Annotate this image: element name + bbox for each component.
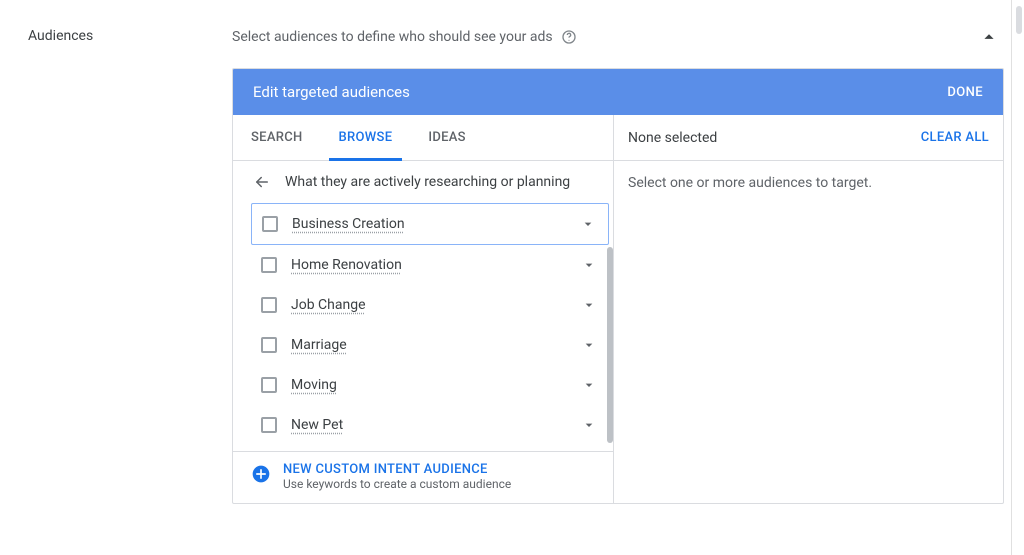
browse-pane: SEARCH BROWSE IDEAS What they are active…	[233, 115, 614, 503]
done-button[interactable]: DONE	[947, 85, 983, 100]
category-row: What they are actively researching or pl…	[233, 161, 613, 203]
audience-checkbox[interactable]	[261, 377, 277, 393]
list-item[interactable]: Home Renovation	[251, 245, 609, 285]
tabs: SEARCH BROWSE IDEAS	[233, 115, 613, 161]
audience-label: Home Renovation	[291, 257, 567, 273]
back-arrow-icon[interactable]	[253, 173, 271, 191]
tab-browse[interactable]: BROWSE	[321, 115, 411, 160]
custom-intent-footer[interactable]: NEW CUSTOM INTENT AUDIENCE Use keywords …	[233, 451, 613, 503]
panel-header: Edit targeted audiences DONE	[233, 69, 1003, 115]
selected-header: None selected CLEAR ALL	[614, 115, 1003, 161]
audience-label: Business Creation	[292, 216, 566, 232]
category-label: What they are actively researching or pl…	[285, 174, 570, 190]
selected-empty-text: Select one or more audiences to target.	[614, 161, 1003, 205]
tab-search[interactable]: SEARCH	[233, 115, 321, 160]
chevron-down-icon[interactable]	[581, 297, 597, 313]
chevron-down-icon[interactable]	[581, 417, 597, 433]
audience-list: Business Creation Home Renovation Job Chan…	[233, 203, 613, 451]
custom-intent-subtitle: Use keywords to create a custom audience	[283, 477, 511, 491]
audience-label: Moving	[291, 377, 567, 393]
chevron-down-icon[interactable]	[580, 216, 596, 232]
audience-checkbox[interactable]	[262, 216, 278, 232]
chevron-down-icon[interactable]	[581, 377, 597, 393]
list-item[interactable]: Moving	[251, 365, 609, 405]
collapse-section-icon[interactable]	[978, 26, 1000, 48]
audience-checkbox[interactable]	[261, 337, 277, 353]
audience-checkbox[interactable]	[261, 417, 277, 433]
list-item[interactable]: Job Change	[251, 285, 609, 325]
help-icon[interactable]	[561, 29, 577, 45]
panel-title: Edit targeted audiences	[253, 83, 410, 101]
clear-all-button[interactable]: CLEAR ALL	[921, 130, 989, 145]
audiences-panel: Edit targeted audiences DONE SEARCH BROW…	[232, 68, 1004, 504]
chevron-down-icon[interactable]	[581, 337, 597, 353]
page-scrollbar[interactable]	[1016, 6, 1022, 34]
list-item[interactable]: New Pet	[251, 405, 609, 445]
list-item[interactable]: Marriage	[251, 325, 609, 365]
audience-label: New Pet	[291, 417, 567, 433]
list-scrollbar[interactable]	[607, 247, 613, 443]
selected-count-label: None selected	[628, 130, 717, 146]
audience-label: Marriage	[291, 337, 567, 353]
chevron-down-icon[interactable]	[581, 257, 597, 273]
section-description: Select audiences to define who should se…	[232, 29, 553, 45]
audience-checkbox[interactable]	[261, 297, 277, 313]
tab-ideas[interactable]: IDEAS	[410, 115, 466, 160]
plus-circle-icon	[251, 464, 271, 484]
list-item[interactable]: Purchasing a Home	[251, 445, 609, 451]
selected-pane: None selected CLEAR ALL Select one or mo…	[614, 115, 1003, 503]
audience-checkbox[interactable]	[261, 257, 277, 273]
custom-intent-title: NEW CUSTOM INTENT AUDIENCE	[283, 462, 511, 477]
audience-label: Job Change	[291, 297, 567, 313]
section-label: Audiences	[28, 22, 232, 504]
section-description-row: Select audiences to define who should se…	[232, 22, 1004, 68]
window-divider	[1011, 0, 1012, 555]
list-item[interactable]: Business Creation	[251, 203, 609, 245]
